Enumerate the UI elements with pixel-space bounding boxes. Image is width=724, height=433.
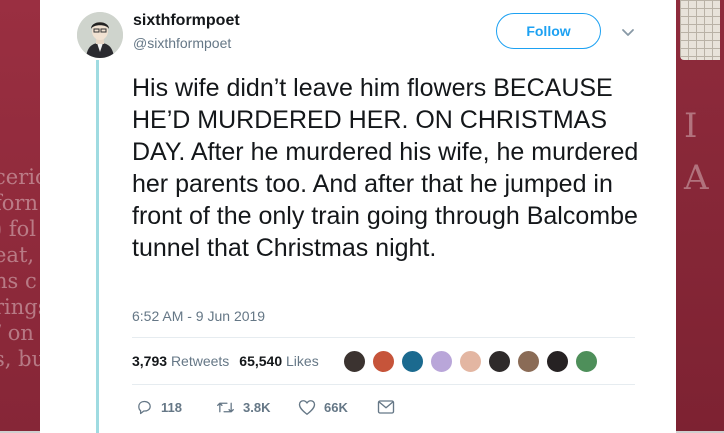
like-action[interactable]: 66K [298,399,348,416]
divider-top [132,337,635,338]
liker-avatar[interactable] [459,350,482,373]
follow-button[interactable]: Follow [496,13,601,49]
avatar[interactable] [77,12,123,58]
chevron-down-icon[interactable] [620,24,636,40]
likes-count: 65,540 [239,353,283,369]
likes-stat[interactable]: 65,540 Likes [239,353,318,369]
retweets-label: Retweets [170,353,230,369]
direct-message-action[interactable] [377,399,395,415]
retweet-action[interactable]: 3.8K [216,399,270,416]
liker-avatar[interactable] [372,350,395,373]
divider-bottom [132,384,635,385]
engagement-stats: 3,793 Retweets 65,540 Likes [132,353,319,369]
user-handle[interactable]: @sixthformpoet [133,35,231,51]
liker-avatar[interactable] [401,350,424,373]
liker-avatar[interactable] [488,350,511,373]
retweet-count: 3.8K [243,400,271,415]
retweets-count: 3,793 [132,353,168,369]
tweet-timestamp[interactable]: 6:52 AM - 9 Jun 2019 [132,308,265,324]
avatar-portrait-icon [77,12,123,58]
reply-action[interactable]: 118 [136,399,182,416]
retweets-stat[interactable]: 3,793 Retweets [132,353,229,369]
reply-icon [138,400,151,415]
liker-avatar[interactable] [343,350,366,373]
thread-line [96,60,99,433]
background-right-text: I A [684,106,709,198]
reply-count: 118 [161,400,182,415]
retweet-icon [217,402,234,413]
background-right: I A [676,0,724,433]
tweet-card: sixthformpoet @sixthformpoet Follow His … [40,0,676,433]
display-name[interactable]: sixthformpoet [133,12,240,30]
like-icon [298,400,316,415]
liker-avatar[interactable] [430,350,453,373]
liker-avatar[interactable] [575,350,598,373]
liker-avatar[interactable] [546,350,569,373]
tweet-text: His wife didn’t leave him flowers BECAUS… [132,74,639,262]
background-left-text: ceric forn ) fol eat, ns c rings / on s,… [0,165,40,371]
background-left: ceric forn ) fol eat, ns c rings / on s,… [0,0,40,433]
background-grid-card [680,0,720,60]
liker-avatar[interactable] [517,350,540,373]
like-count: 66K [324,400,348,415]
direct-message-icon [377,400,395,414]
likes-label: Likes [286,353,319,369]
liker-avatars [343,350,604,373]
tweet-actions: 118 3.8K 66K [132,399,412,419]
